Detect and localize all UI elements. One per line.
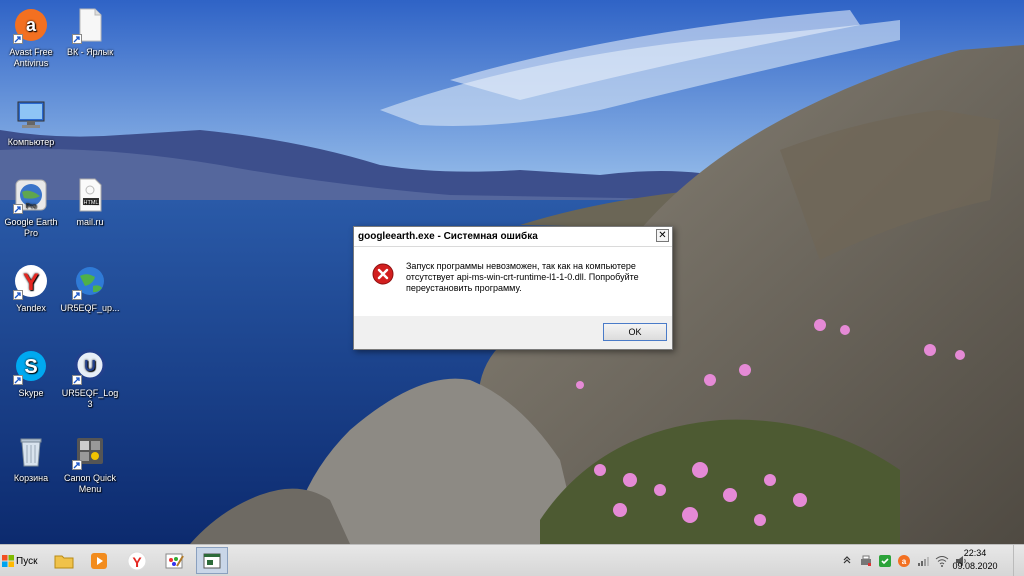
svg-text:Y: Y [132, 554, 142, 570]
desktop-icon-label: Google Earth Pro [4, 217, 58, 238]
ok-button[interactable]: OK [603, 323, 667, 341]
shortcut-arrow-icon [13, 290, 23, 300]
globe-icon [71, 262, 109, 300]
desktop-icon-label: UR5EQF_up... [60, 303, 120, 313]
canon-quick-menu-icon [71, 432, 109, 470]
shortcut-arrow-icon [72, 460, 82, 470]
shield-check-icon[interactable] [878, 554, 892, 568]
error-icon [372, 263, 394, 285]
dialog-title: googleearth.exe - Системная ошибка [358, 231, 538, 242]
desktop-icon-ur5eqf-up[interactable]: UR5EQF_up... [59, 262, 121, 314]
svg-text:U: U [84, 358, 96, 375]
shortcut-arrow-icon [13, 34, 23, 44]
taskbar-clock[interactable]: 22:34 09.08.2020 [948, 547, 1002, 573]
windows-logo-icon [2, 555, 14, 567]
clock-time: 22:34 [963, 548, 987, 558]
computer-icon [12, 96, 50, 134]
media-player-icon [91, 552, 107, 569]
svg-text:a: a [26, 15, 37, 35]
avast-tray-icon[interactable]: a [897, 554, 911, 568]
desktop-icon-canon-quick-menu[interactable]: Canon Quick Menu [59, 432, 121, 495]
taskbar-media-player[interactable] [83, 547, 115, 574]
desktop-icon-mail-ru[interactable]: HTML mail.ru [59, 176, 121, 228]
desktop-icon-computer[interactable]: Компьютер [0, 96, 62, 148]
desktop-icon-label: Skype [18, 388, 44, 398]
desktop-icon-google-earth[interactable]: Pro Google Earth Pro [0, 176, 62, 239]
svg-text:Pro: Pro [26, 203, 37, 210]
desktop-icon-label: UR5EQF_Log 3 [61, 388, 119, 409]
desktop-icon-label: Компьютер [7, 137, 55, 147]
start-button[interactable]: Пуск [2, 550, 42, 572]
desktop-icon-label: Avast Free Antivirus [9, 47, 53, 68]
network-icon[interactable] [935, 554, 949, 568]
printer-icon[interactable] [859, 554, 873, 568]
avast-icon: a [12, 6, 50, 44]
log-app-icon: U [71, 347, 109, 385]
close-button[interactable]: ✕ [656, 229, 669, 242]
desktop-icon-label: ВК - Ярлык [66, 47, 114, 57]
taskbar: Пуск Y a 22:34 09.08.2020 [0, 544, 1024, 576]
error-message: Запуск программы невозможен, так как на … [406, 261, 639, 293]
paint-icon [165, 553, 184, 568]
clock-date: 09.08.2020 [952, 561, 998, 571]
yandex-browser-icon: Y [12, 262, 50, 300]
yandex-browser-icon: Y [127, 551, 147, 570]
taskbar-paint[interactable] [158, 547, 190, 574]
desktop-icon-avast[interactable]: a Avast Free Antivirus [0, 6, 62, 69]
desktop-icon-yandex[interactable]: Y Yandex [0, 262, 62, 314]
recycle-bin-icon [12, 432, 50, 470]
desktop-icon-skype[interactable]: S Skype [0, 347, 62, 399]
blank-file-icon [71, 6, 109, 44]
dialog-body: Запуск программы невозможен, так как на … [354, 247, 672, 316]
desktop-icon-label: Canon Quick Menu [63, 473, 117, 494]
svg-text:HTML: HTML [84, 200, 99, 206]
error-window-icon [203, 553, 221, 568]
show-desktop-button[interactable] [1013, 545, 1024, 576]
dialog-titlebar[interactable]: googleearth.exe - Системная ошибка ✕ [354, 227, 672, 247]
taskbar-error-window[interactable] [196, 547, 228, 574]
svg-text:a: a [902, 557, 907, 566]
google-earth-icon: Pro [12, 176, 50, 214]
shortcut-arrow-icon [72, 290, 82, 300]
file-explorer-icon [54, 555, 74, 568]
desktop-icon-vk-shortcut[interactable]: ВК - Ярлык [59, 6, 121, 58]
show-hidden-icons-chevron[interactable] [840, 554, 854, 568]
desktop-icon-label: Корзина [13, 473, 49, 483]
dialog-footer: OK [354, 316, 672, 350]
start-label: Пуск [16, 555, 38, 567]
shortcut-arrow-icon [72, 375, 82, 385]
shortcut-arrow-icon [13, 204, 23, 214]
shortcut-arrow-icon [72, 34, 82, 44]
system-error-dialog: googleearth.exe - Системная ошибка ✕ Зап… [353, 226, 673, 350]
svg-text:Y: Y [23, 269, 39, 296]
desktop-icon-ur5eqf-log[interactable]: U UR5EQF_Log 3 [59, 347, 121, 410]
desktop-icon-label: mail.ru [76, 217, 104, 227]
shortcut-arrow-icon [13, 375, 23, 385]
taskbar-yandex-browser[interactable]: Y [121, 547, 153, 574]
svg-text:S: S [24, 356, 37, 378]
volume-icon[interactable] [916, 554, 930, 568]
desktop-icon-recycle-bin[interactable]: Корзина [0, 432, 62, 484]
skype-icon: S [12, 347, 50, 385]
html-file-icon: HTML [71, 176, 109, 214]
desktop-icon-label: Yandex [16, 303, 46, 313]
taskbar-file-explorer[interactable] [48, 547, 80, 574]
